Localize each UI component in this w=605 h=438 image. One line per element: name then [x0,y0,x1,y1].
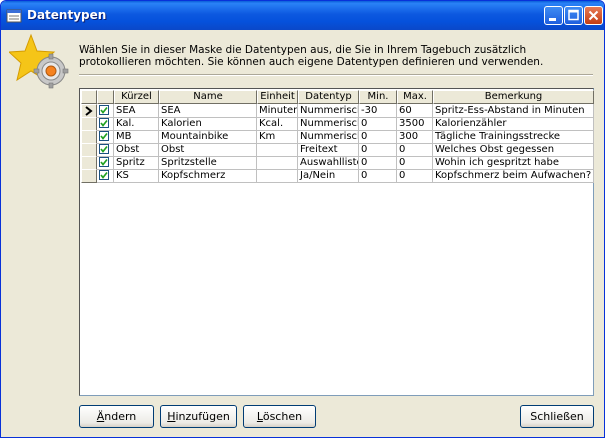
cell-einheit[interactable] [257,169,298,183]
cell-einheit[interactable] [257,156,298,170]
cell-bemerkung[interactable]: Tägliche Trainingsstrecke [433,130,594,144]
datentypen-dialog: Datentypen Wählen Sie in dieser Maske di… [0,0,605,438]
header-checkbox [97,90,114,104]
cell-max[interactable]: 300 [397,130,433,144]
cell-min[interactable]: 0 [359,143,397,157]
intro-text: Wählen Sie in dieser Maske die Datentype… [79,44,544,68]
row-indicator[interactable] [81,156,97,170]
row-checkbox[interactable] [99,170,109,180]
cell-kuerzel[interactable]: Kal. [114,117,159,131]
header-datentyp[interactable]: Datentyp [298,90,359,104]
header-name[interactable]: Name [159,90,257,104]
cell-einheit[interactable]: Km [257,130,298,144]
cell-name[interactable]: Kalorien [159,117,257,131]
row-checkbox-cell [97,156,114,170]
row-checkbox-cell [97,117,114,131]
header-bemerkung[interactable]: Bemerkung [433,90,594,104]
row-checkbox-cell [97,143,114,157]
row-indicator[interactable] [81,169,97,183]
separator [79,74,593,76]
header-indicator [81,90,97,104]
row-indicator[interactable] [81,117,97,131]
cell-einheit[interactable]: Kcal. [257,117,298,131]
row-indicator[interactable] [81,143,97,157]
cell-min[interactable]: 0 [359,130,397,144]
cell-bemerkung[interactable]: Spritz-Ess-Abstand in Minuten [433,104,594,118]
row-indicator[interactable] [81,130,97,144]
cell-kuerzel[interactable]: Obst [114,143,159,157]
cell-datentyp[interactable]: Auswahlliste [298,156,359,170]
row-checkbox[interactable] [99,105,109,115]
cell-datentyp[interactable]: Nummerisch [298,130,359,144]
row-checkbox[interactable] [99,157,109,167]
schliessen-button[interactable]: Schließen [520,405,594,428]
cell-max[interactable]: 60 [397,104,433,118]
cell-datentyp[interactable]: Nummerisch [298,104,359,118]
cell-name[interactable]: Spritzstelle [159,156,257,170]
row-indicator[interactable] [81,104,97,118]
maximize-icon[interactable] [564,6,583,25]
cell-name[interactable]: SEA [159,104,257,118]
cell-kuerzel[interactable]: MB [114,130,159,144]
checkmark-icon [100,132,108,140]
cell-name[interactable]: Kopfschmerz [159,169,257,183]
row-checkbox-cell [97,169,114,183]
cell-einheit[interactable]: Minuten [257,104,298,118]
current-row-arrow-icon [85,106,93,116]
loeschen-button[interactable]: Löschen [243,405,316,428]
cell-name[interactable]: Mountainbike [159,130,257,144]
cell-kuerzel[interactable]: SEA [114,104,159,118]
star-gear-icon [9,33,69,89]
header-kuerzel[interactable]: Kürzel [114,90,159,104]
header-einheit[interactable]: Einheit [257,90,298,104]
cell-min[interactable]: 0 [359,156,397,170]
window-icon [6,9,22,23]
header-max[interactable]: Max. [397,90,433,104]
row-checkbox-cell [97,130,114,144]
cell-kuerzel[interactable]: KS [114,169,159,183]
cell-bemerkung[interactable]: Welches Obst gegessen [433,143,594,157]
checkmark-icon [100,106,108,114]
cell-max[interactable]: 0 [397,169,433,183]
minimize-icon[interactable] [544,6,563,25]
cell-datentyp[interactable]: Nummerisch [298,117,359,131]
row-checkbox[interactable] [99,144,109,154]
row-checkbox-cell [97,104,114,118]
aendern-button[interactable]: Ändern [79,405,154,428]
cell-datentyp[interactable]: Ja/Nein [298,169,359,183]
cell-bemerkung[interactable]: Kopfschmerz beim Aufwachen? [433,169,594,183]
row-checkbox[interactable] [99,118,109,128]
cell-min[interactable]: 0 [359,169,397,183]
cell-max[interactable]: 3500 [397,117,433,131]
close-icon[interactable] [584,6,603,25]
header-min[interactable]: Min. [359,90,397,104]
row-checkbox[interactable] [99,131,109,141]
checkmark-icon [100,119,108,127]
window-title: Datentypen [27,8,107,22]
cell-max[interactable]: 0 [397,156,433,170]
hinzufuegen-button[interactable]: Hinzufügen [160,405,237,428]
cell-min[interactable]: -30 [359,104,397,118]
checkmark-icon [100,158,108,166]
cell-bemerkung[interactable]: Wohin ich gespritzt habe [433,156,594,170]
cell-einheit[interactable] [257,143,298,157]
title-bar[interactable]: Datentypen [1,1,604,30]
cell-datentyp[interactable]: Freitext [298,143,359,157]
cell-bemerkung[interactable]: Kalorienzähler [433,117,594,131]
checkmark-icon [100,171,108,179]
cell-kuerzel[interactable]: Spritz [114,156,159,170]
datentypen-table[interactable]: Kürzel Name Einheit Datentyp Min. Max. B… [79,88,594,396]
checkmark-icon [100,145,108,153]
cell-min[interactable]: 0 [359,117,397,131]
cell-name[interactable]: Obst [159,143,257,157]
cell-max[interactable]: 0 [397,143,433,157]
